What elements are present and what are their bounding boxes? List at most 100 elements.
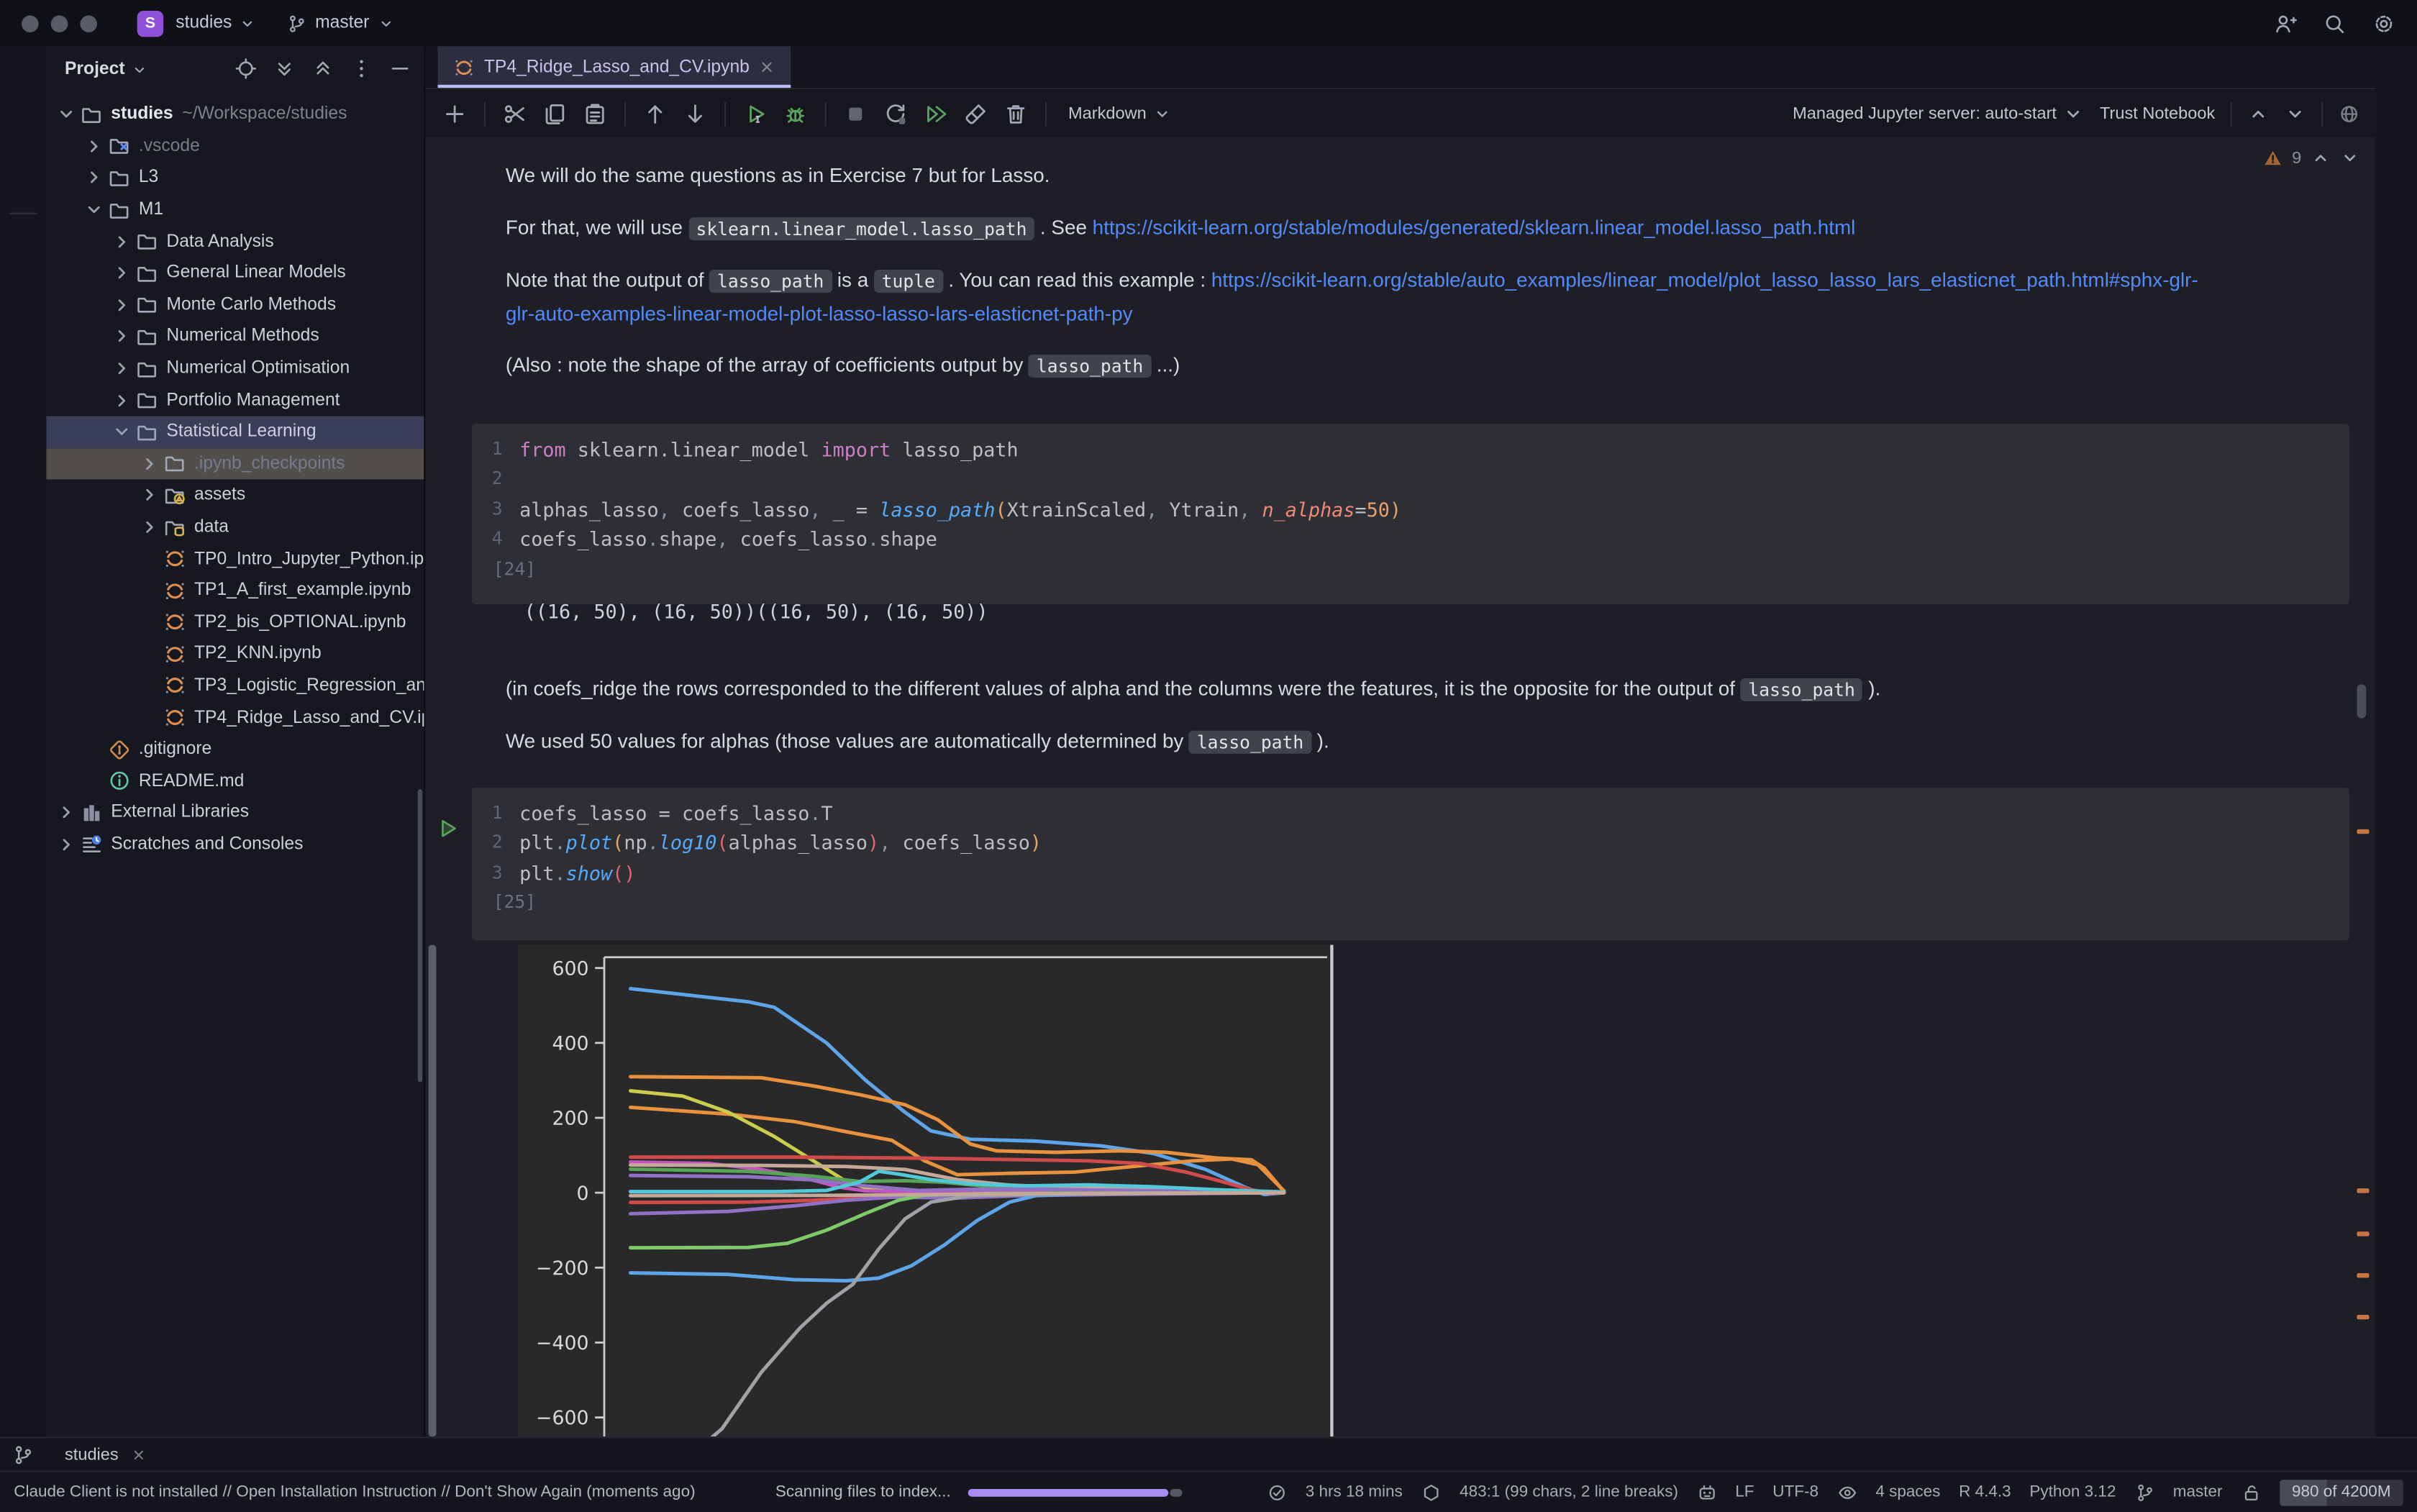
hyperlink[interactable]: https://scikit-learn.org/stable/auto_exa…	[1211, 268, 2198, 291]
tree-item-portfolio-management[interactable]: Portfolio Management	[46, 384, 424, 416]
project-scrollbar[interactable]	[418, 789, 422, 1082]
tree-chevron-icon[interactable]	[55, 802, 77, 824]
search-everywhere-icon[interactable]	[2323, 12, 2346, 35]
git-tool-window-icon[interactable]	[12, 1444, 34, 1466]
tree-item-l3[interactable]: L3	[46, 162, 424, 193]
markdown-cell[interactable]: For that, we will use sklearn.linear_mod…	[506, 211, 2252, 245]
collapse-all-icon[interactable]	[311, 57, 334, 80]
status-item[interactable]: R 4.4.3	[1959, 1483, 2011, 1501]
tree-item--vscode[interactable]: .vscode	[46, 130, 424, 162]
panel-options-icon[interactable]	[350, 57, 373, 80]
tree-chevron-icon[interactable]	[111, 263, 132, 284]
tree-chevron-icon[interactable]	[55, 104, 77, 125]
tree-chevron-icon[interactable]	[55, 834, 77, 855]
tree-chevron-icon[interactable]	[111, 357, 132, 379]
window-close-button[interactable]	[22, 14, 39, 32]
output-cell-stripe[interactable]	[429, 945, 437, 1437]
status-item[interactable]: 4 spaces	[1875, 1483, 1940, 1501]
toolbar-button-run-all[interactable]	[917, 95, 954, 132]
tree-chevron-icon[interactable]	[111, 231, 132, 252]
status-eye-icon[interactable]	[1837, 1482, 1857, 1502]
tree-chevron-icon[interactable]	[83, 135, 105, 157]
expand-all-icon[interactable]	[273, 57, 296, 80]
status-hexagon-small-icon[interactable]	[1421, 1482, 1442, 1502]
tree-item-tp3-logistic-regression-an[interactable]: TP3_Logistic_Regression_an	[46, 670, 424, 701]
tree-item-m1[interactable]: M1	[46, 194, 424, 226]
code-cell[interactable]: 1coefs_lasso = coefs_lasso.T2plt.plot(np…	[472, 788, 2349, 940]
tree-item-tp2-bis-optional-ipynb[interactable]: TP2_bis_OPTIONAL.ipynb	[46, 606, 424, 638]
markdown-cell[interactable]: (Also : note the shape of the array of c…	[506, 348, 2252, 382]
tree-item-external-libraries[interactable]: External Libraries	[46, 797, 424, 829]
tree-item--gitignore[interactable]: .gitignore	[46, 734, 424, 765]
toolbar-button-debug[interactable]	[777, 95, 814, 132]
toolbar-button-arrow-up[interactable]	[637, 95, 673, 132]
tree-item-tp1-a-first-example-ipynb[interactable]: TP1_A_first_example.ipynb	[46, 575, 424, 606]
status-robot-icon[interactable]	[1697, 1482, 1717, 1502]
tree-item-tp0-intro-jupyter-python-ip[interactable]: TP0_Intro_Jupyter_Python.ip	[46, 543, 424, 575]
code-with-me-icon[interactable]	[2274, 12, 2297, 35]
status-item[interactable]: LF	[1735, 1483, 1754, 1501]
scrollbar-warning-mark[interactable]	[2357, 829, 2369, 834]
globe-icon[interactable]	[2339, 103, 2360, 124]
tree-chevron-icon[interactable]	[139, 516, 160, 538]
tree-chevron-icon[interactable]	[83, 167, 105, 188]
select-opened-file-icon[interactable]	[235, 57, 258, 80]
previous-cell-icon[interactable]	[2247, 103, 2269, 124]
memory-indicator[interactable]: 980 of 4200M	[2280, 1479, 2403, 1505]
tree-item-monte-carlo-methods[interactable]: Monte Carlo Methods	[46, 289, 424, 321]
hyperlink[interactable]: glr-auto-examples-linear-model-plot-lass…	[506, 302, 1133, 325]
branch-switcher[interactable]: master	[288, 13, 394, 33]
tree-item-numerical-optimisation[interactable]: Numerical Optimisation	[46, 352, 424, 384]
markdown-cell[interactable]: Note that the output of lasso_path is a …	[506, 263, 2252, 329]
status-branch-icon[interactable]	[2134, 1482, 2154, 1502]
tree-item-numerical-methods[interactable]: Numerical Methods	[46, 321, 424, 352]
toolbar-button-paste[interactable]	[576, 95, 613, 132]
tree-chevron-icon[interactable]	[83, 199, 105, 221]
tree-chevron-icon[interactable]	[139, 453, 160, 475]
tree-item-assets[interactable]: assets	[46, 480, 424, 511]
toolbar-button-cut[interactable]	[496, 95, 533, 132]
tree-item-data[interactable]: data	[46, 511, 424, 543]
tree-chevron-icon[interactable]	[111, 294, 132, 316]
tree-item-studies[interactable]: studies~/Workspace/studies	[46, 99, 424, 130]
next-problem-icon[interactable]	[2340, 148, 2360, 168]
previous-problem-icon[interactable]	[2311, 148, 2331, 168]
next-cell-icon[interactable]	[2285, 103, 2306, 124]
toolbar-button-clean[interactable]	[957, 95, 994, 132]
status-item[interactable]: 483:1 (99 chars, 2 line breaks)	[1460, 1483, 1678, 1501]
tree-item--ipynb-checkpoints[interactable]: .ipynb_checkpoints	[46, 448, 424, 480]
window-minimize-button[interactable]	[51, 14, 68, 32]
tree-item-data-analysis[interactable]: Data Analysis	[46, 226, 424, 258]
toolbar-button-arrow-down[interactable]	[677, 95, 714, 132]
status-item[interactable]: Python 3.12	[2029, 1483, 2116, 1501]
window-zoom-button[interactable]	[80, 14, 97, 32]
tree-chevron-icon[interactable]	[111, 422, 132, 443]
scrollbar-warning-mark[interactable]	[2357, 1315, 2369, 1319]
status-item[interactable]: 3 hrs 18 mins	[1306, 1483, 1403, 1501]
scrollbar-warning-mark[interactable]	[2357, 1273, 2369, 1278]
markdown-cell[interactable]: (in coefs_ridge the rows corresponded to…	[506, 672, 2252, 706]
status-item[interactable]: master	[2173, 1483, 2223, 1501]
notebook-editor[interactable]: 9 We will do the same questions as in Ex…	[425, 137, 2375, 1436]
settings-gear-icon[interactable]	[2372, 12, 2395, 35]
trust-notebook-button[interactable]: Trust Notebook	[2100, 104, 2215, 123]
toolbar-button-add[interactable]	[436, 95, 473, 132]
status-item[interactable]: UTF-8	[1772, 1483, 1819, 1501]
tree-chevron-icon[interactable]	[111, 389, 132, 411]
toolbar-button-run[interactable]	[737, 95, 773, 132]
toolbar-button-delete[interactable]	[997, 95, 1034, 132]
scrollbar-warning-mark[interactable]	[2357, 1188, 2369, 1193]
project-switcher[interactable]: studies	[176, 14, 256, 32]
tree-item-tp4-ridge-lasso-and-cv-ip[interactable]: TP4_Ridge_Lasso_and_CV.ip	[46, 702, 424, 734]
window-controls[interactable]	[22, 14, 97, 32]
tool-window-tab-studies[interactable]: studies	[65, 1446, 146, 1465]
toolbar-button-restart[interactable]	[877, 95, 914, 132]
scrollbar-warning-mark[interactable]	[2357, 1231, 2369, 1236]
status-message[interactable]: Claude Client is not installed // Open I…	[14, 1483, 695, 1501]
editor-scrollbar[interactable]	[2357, 684, 2366, 718]
toolbar-button-copy[interactable]	[537, 95, 573, 132]
tab-notebook[interactable]: TP4_Ridge_Lasso_and_CV.ipynb	[438, 46, 791, 88]
jupyter-server-dropdown[interactable]: Managed Jupyter server: auto-start	[1793, 103, 2084, 124]
tree-item-tp2-knn-ipynb[interactable]: TP2_KNN.ipynb	[46, 638, 424, 670]
run-cell-icon[interactable]	[436, 817, 459, 840]
